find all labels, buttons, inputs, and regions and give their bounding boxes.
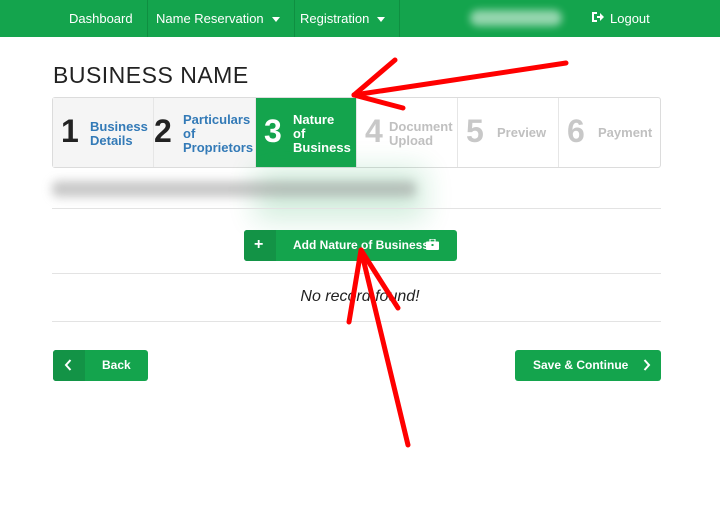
page-title: BUSINESS NAME — [53, 62, 249, 88]
nav-registration-label: Registration — [300, 11, 370, 26]
chevron-right-icon — [643, 359, 651, 374]
sign-out-icon — [591, 1, 604, 38]
back-button-label: Back — [102, 358, 131, 372]
step-number: 5 — [466, 113, 484, 149]
step-number: 2 — [154, 113, 172, 149]
save-button-label: Save & Continue — [533, 358, 629, 372]
nav-name-reservation[interactable]: Name Reservation — [142, 0, 295, 37]
save-and-continue-button[interactable]: Save & Continue — [515, 350, 661, 381]
step-particulars-of-proprietors[interactable]: 2 Particulars of Proprietors — [154, 98, 256, 167]
nav-logout-label: Logout — [610, 11, 650, 26]
divider — [52, 321, 661, 322]
step-number: 6 — [567, 113, 585, 149]
top-navbar: Dashboard Name Reservation Registration … — [0, 0, 720, 37]
step-label: Payment — [598, 125, 653, 140]
redacted-text — [52, 181, 416, 197]
step-business-details[interactable]: 1 Business Details — [53, 98, 154, 167]
step-number: 3 — [264, 113, 282, 149]
redacted-username — [470, 10, 562, 26]
nav-dashboard[interactable]: Dashboard — [55, 0, 148, 37]
chevron-left-icon — [64, 359, 72, 374]
arrow-to-add-button — [358, 247, 411, 448]
empty-table-message: No record found! — [300, 288, 420, 305]
nav-dashboard-label: Dashboard — [69, 11, 133, 26]
step-label: Nature of Business — [293, 112, 351, 155]
briefcase-icon — [426, 238, 439, 253]
step-number: 1 — [61, 113, 79, 149]
nav-registration[interactable]: Registration — [286, 0, 401, 37]
divider — [52, 273, 661, 274]
step-number: 4 — [365, 113, 383, 149]
step-label: Document Upload — [389, 119, 453, 148]
add-button-label: Add Nature of Business — [293, 238, 430, 252]
back-button[interactable]: Back — [53, 350, 148, 381]
caret-down-icon — [377, 17, 386, 23]
divider — [52, 208, 661, 209]
caret-down-icon — [271, 17, 280, 23]
plus-icon: + — [254, 236, 264, 253]
nav-name-reservation-label: Name Reservation — [156, 11, 264, 26]
step-preview[interactable]: 5 Preview — [458, 98, 559, 167]
nav-logout[interactable]: Logout — [577, 0, 664, 37]
step-label: Particulars of Proprietors — [183, 112, 254, 155]
wizard-stepper: 1 Business Details 2 Particulars of Prop… — [52, 97, 661, 168]
arrow-to-step-3 — [351, 60, 569, 98]
add-nature-of-business-button[interactable]: + Add Nature of Business — [244, 230, 457, 261]
step-label: Preview — [497, 125, 547, 140]
step-nature-of-business[interactable]: 3 Nature of Business — [256, 98, 357, 167]
step-document-upload[interactable]: 4 Document Upload — [357, 98, 458, 167]
step-label: Business Details — [90, 119, 148, 148]
step-payment[interactable]: 6 Payment — [559, 98, 660, 167]
